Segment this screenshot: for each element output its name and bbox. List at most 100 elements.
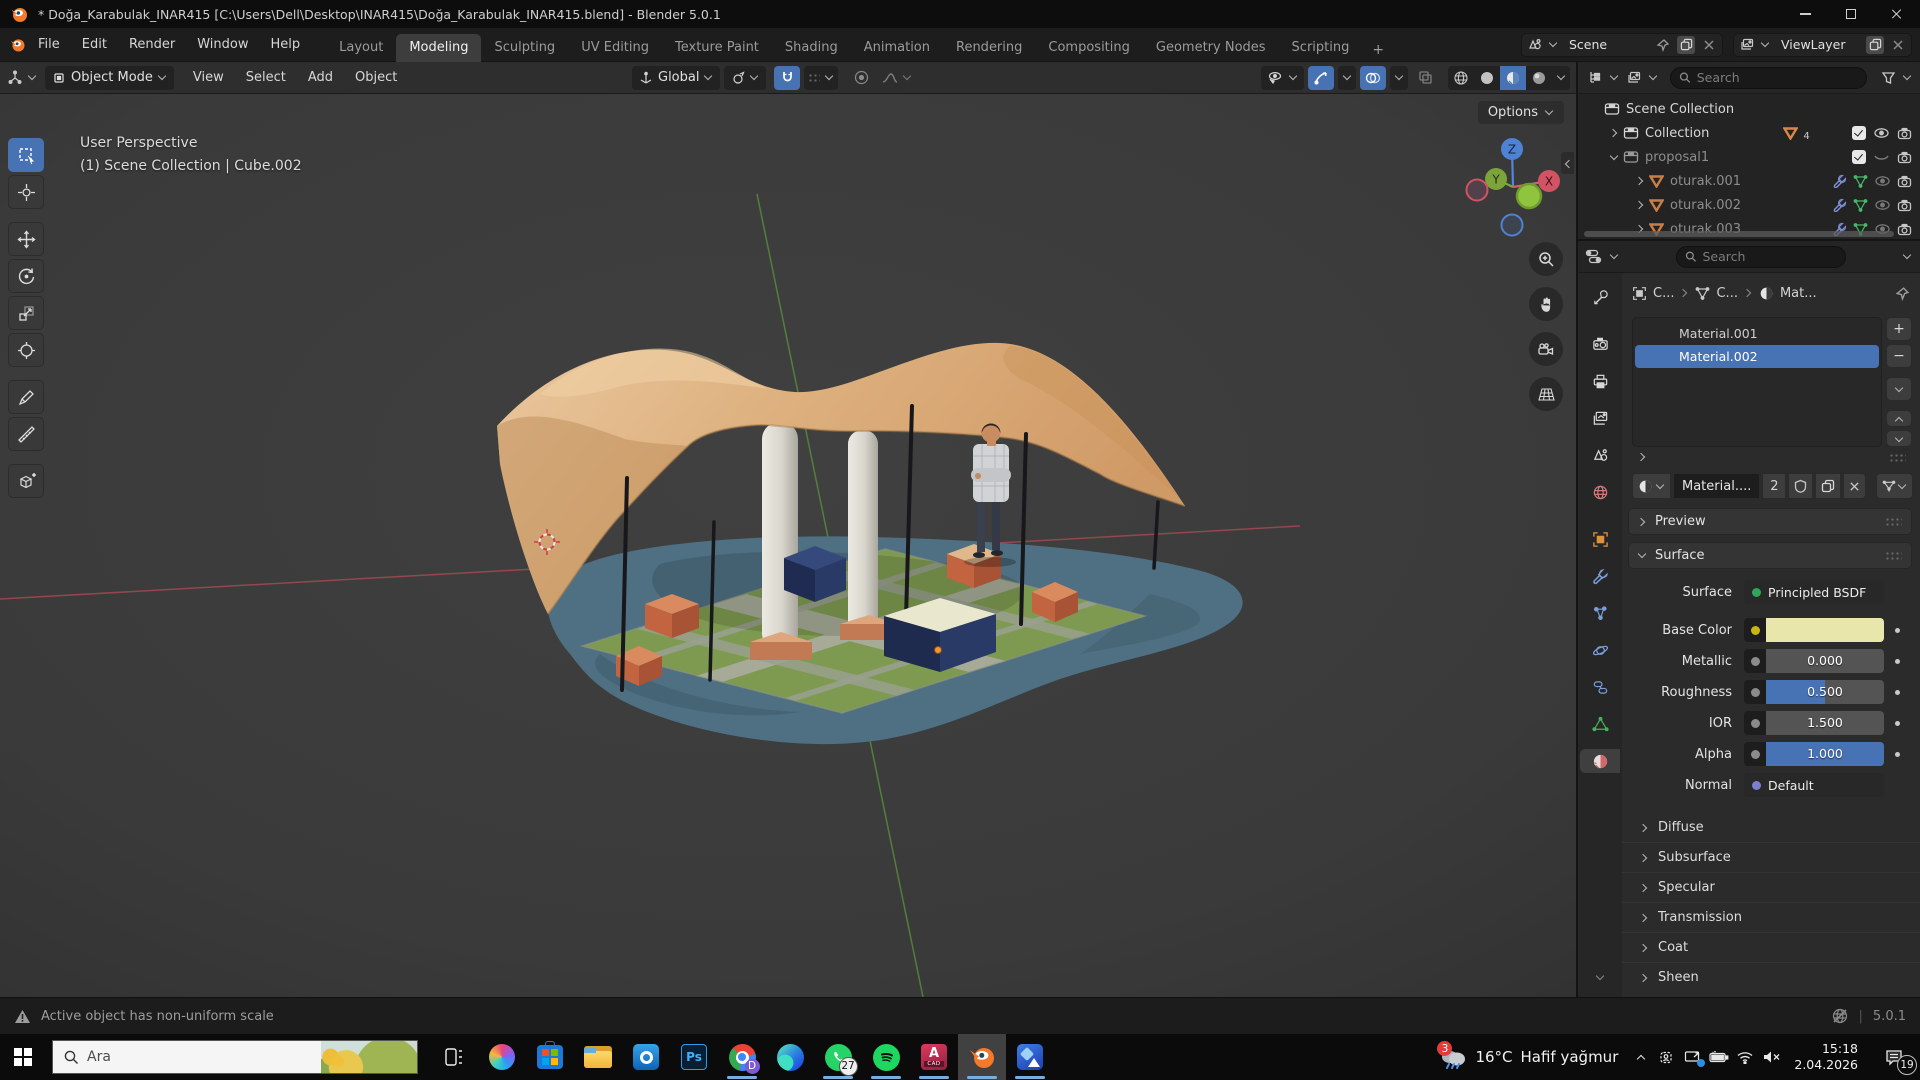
taskbar-search-input[interactable]	[79, 1049, 321, 1065]
properties-editor-dropdown-icon[interactable]	[1610, 252, 1619, 261]
normal-field[interactable]: Default	[1744, 773, 1884, 797]
properties-search[interactable]	[1676, 246, 1846, 268]
breadcrumb-object-icon[interactable]	[1632, 286, 1647, 301]
animate-dot[interactable]	[1884, 628, 1910, 633]
taskbar-clock[interactable]: 15:18 2.04.2026	[1784, 1041, 1868, 1073]
minimize-button[interactable]	[1782, 0, 1828, 28]
tool-transform[interactable]	[8, 333, 44, 367]
edge-button[interactable]	[766, 1034, 814, 1080]
resize-grip[interactable]	[1889, 453, 1906, 462]
remove-viewlayer-icon[interactable]	[1889, 36, 1907, 54]
expand-icon[interactable]	[1638, 453, 1647, 462]
snap-settings[interactable]	[804, 66, 838, 90]
unlink-scene-icon[interactable]	[1700, 36, 1718, 54]
camera-render-icon[interactable]	[1897, 127, 1912, 140]
tray-battery-icon[interactable]	[1706, 1034, 1732, 1080]
workspace-tab-uv-editing[interactable]: UV Editing	[568, 34, 662, 62]
photos-button[interactable]	[1006, 1034, 1054, 1080]
viewport-menu-view[interactable]: View	[184, 67, 233, 88]
subpanel-transmission[interactable]: Transmission	[1622, 902, 1920, 932]
collapse-icon[interactable]	[1610, 153, 1619, 162]
outliner-filter-dropdown-icon[interactable]	[1903, 73, 1912, 82]
workspace-tab-shading[interactable]: Shading	[772, 34, 851, 62]
unlink-material-button[interactable]	[1843, 473, 1866, 499]
eye-open-icon[interactable]	[1873, 127, 1890, 139]
move-slot-down-button[interactable]	[1886, 430, 1912, 447]
maximize-button[interactable]	[1828, 0, 1874, 28]
tab-material[interactable]	[1580, 749, 1620, 773]
new-viewlayer-icon[interactable]	[1866, 36, 1884, 54]
taskbar-search[interactable]	[52, 1040, 418, 1074]
editor-type-icon[interactable]	[6, 69, 24, 87]
collection-checkbox[interactable]	[1852, 126, 1866, 140]
tray-wifi-icon[interactable]	[1732, 1034, 1758, 1080]
outliner-row-collection[interactable]: Collection 4	[1578, 121, 1920, 145]
workspace-tab-animation[interactable]: Animation	[851, 34, 943, 62]
outliner-scrollbar[interactable]	[1584, 231, 1894, 237]
camera-view-button[interactable]	[1529, 332, 1563, 366]
workspace-tab-geometry-nodes[interactable]: Geometry Nodes	[1143, 34, 1279, 62]
material-specials-button[interactable]	[1876, 473, 1913, 499]
surface-shader-field[interactable]: Principled BSDF	[1744, 580, 1884, 604]
tab-render[interactable]	[1580, 332, 1620, 356]
animate-dot[interactable]	[1884, 659, 1910, 664]
workspace-tab-rendering[interactable]: Rendering	[943, 34, 1035, 62]
menu-edit[interactable]: Edit	[72, 33, 117, 56]
new-material-button[interactable]	[1815, 473, 1841, 499]
tray-meet-now-icon[interactable]	[1654, 1034, 1680, 1080]
workspace-tab-texture-paint[interactable]: Texture Paint	[662, 34, 772, 62]
tab-particles[interactable]	[1580, 601, 1620, 625]
tab-view-layer[interactable]	[1580, 406, 1620, 430]
shading-wireframe-button[interactable]	[1448, 66, 1474, 90]
outliner-search[interactable]	[1670, 67, 1867, 89]
file-explorer-button[interactable]	[574, 1034, 622, 1080]
store-button[interactable]	[526, 1034, 574, 1080]
menu-file[interactable]: File	[28, 33, 70, 56]
start-button[interactable]	[0, 1034, 46, 1080]
scene-icon[interactable]	[1526, 36, 1544, 54]
eye-open-icon[interactable]	[1874, 175, 1891, 187]
expand-icon[interactable]	[1636, 201, 1645, 210]
overlays-toggle[interactable]	[1360, 66, 1386, 90]
mesh-data-icon[interactable]	[1853, 175, 1868, 188]
viewlayer-icon[interactable]	[1738, 36, 1756, 54]
breadcrumb-data-label[interactable]: C...	[1716, 286, 1737, 301]
network-offline-icon[interactable]	[1831, 1007, 1849, 1025]
viewport-menu-select[interactable]: Select	[237, 67, 295, 88]
panel-drag-grip[interactable]	[1885, 551, 1902, 560]
blender-menu-icon[interactable]	[8, 36, 26, 54]
outliner-editor-icon[interactable]	[1586, 69, 1604, 87]
xray-toggle[interactable]	[1412, 66, 1438, 90]
editor-type-dropdown-icon[interactable]	[28, 73, 37, 82]
tool-select-box[interactable]	[8, 138, 44, 172]
ior-slider[interactable]: 1.500	[1744, 711, 1884, 735]
outliner-row-oturak-001[interactable]: oturak.001	[1578, 169, 1920, 193]
material-slot-1[interactable]: Material.001	[1635, 322, 1879, 345]
outliner-row-scene-collection[interactable]: Scene Collection	[1578, 97, 1920, 121]
animate-dot[interactable]	[1884, 721, 1910, 726]
gizmo-axis-x-neg[interactable]	[1467, 180, 1488, 201]
outlook-button[interactable]	[622, 1034, 670, 1080]
outliner-search-input[interactable]	[1697, 70, 1858, 85]
camera-render-icon[interactable]	[1897, 151, 1912, 164]
camera-render-icon[interactable]	[1897, 175, 1912, 188]
overlays-dropdown[interactable]	[1390, 66, 1408, 90]
subpanel-diffuse[interactable]: Diffuse	[1622, 812, 1920, 842]
panel-surface[interactable]: Surface	[1628, 542, 1912, 569]
viewport-menu-object[interactable]: Object	[346, 67, 406, 88]
roughness-slider[interactable]: 0.500	[1744, 680, 1884, 704]
slot-specials-button[interactable]	[1886, 377, 1912, 401]
viewport-menu-add[interactable]: Add	[299, 67, 342, 88]
material-slot-list[interactable]: Material.001 Material.002	[1632, 317, 1882, 447]
outliner-display-mode-icon[interactable]	[1625, 69, 1643, 87]
animate-dot[interactable]	[1884, 690, 1910, 695]
tab-tool[interactable]	[1580, 285, 1620, 309]
tab-output[interactable]	[1580, 369, 1620, 393]
modifier-wrench-icon[interactable]	[1833, 174, 1847, 188]
tool-measure[interactable]	[8, 417, 44, 451]
proportional-falloff-selector[interactable]	[878, 66, 916, 90]
gizmo-axis-y-neg[interactable]	[1517, 184, 1541, 208]
tab-scene[interactable]	[1580, 443, 1620, 467]
tab-object-data[interactable]	[1580, 712, 1620, 736]
eye-open-icon[interactable]	[1874, 199, 1891, 211]
